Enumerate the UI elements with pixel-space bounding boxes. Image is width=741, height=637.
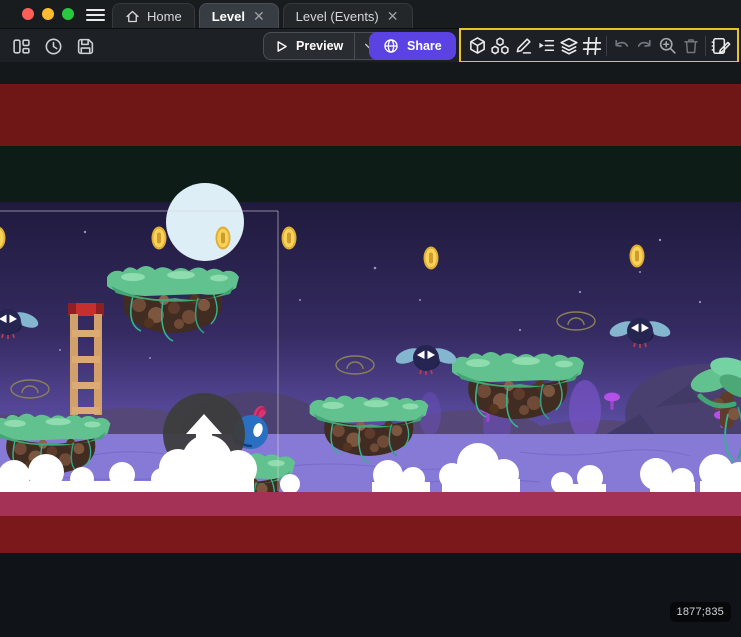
tab-label: Level (Events): [296, 9, 379, 24]
toolbar-left-group: [8, 33, 98, 59]
redo-button[interactable]: [633, 33, 656, 58]
tab-label: Home: [147, 9, 182, 24]
home-icon: [125, 9, 140, 24]
delete-button[interactable]: [679, 33, 702, 58]
undo-icon: [612, 36, 631, 55]
coin[interactable]: [424, 247, 439, 270]
night-band[interactable]: [0, 146, 741, 202]
layers-icon: [559, 36, 579, 56]
list-icon: [537, 36, 556, 55]
level-canvas[interactable]: 1877;835: [0, 62, 741, 637]
panels-icon: [12, 37, 31, 56]
traffic-lights: [22, 8, 74, 20]
instances-list-button[interactable]: [535, 33, 558, 58]
coin[interactable]: [152, 227, 167, 250]
scene[interactable]: [0, 62, 741, 553]
tab-close-icon[interactable]: ✕: [252, 9, 266, 23]
preview-button[interactable]: Preview: [264, 33, 354, 59]
blocks-icon: [490, 36, 510, 56]
toolbar: Preview Share: [0, 28, 741, 62]
play-icon: [274, 39, 289, 54]
history-icon: [44, 37, 63, 56]
minimize-window-button[interactable]: [42, 8, 54, 20]
divider: [606, 36, 607, 56]
tab-level-events[interactable]: Level (Events) ✕: [283, 3, 413, 28]
zoom-in-icon: [658, 36, 677, 55]
globe-icon: [383, 38, 399, 54]
zoom-in-button[interactable]: [656, 33, 679, 58]
share-button[interactable]: Share: [369, 32, 456, 60]
moon[interactable]: [166, 183, 244, 261]
app-window: Home Level ✕ Level (Events) ✕: [0, 0, 741, 637]
trash-icon: [682, 37, 700, 55]
titlebar: Home Level ✕ Level (Events) ✕: [0, 0, 741, 28]
preview-split-button: Preview: [263, 32, 384, 60]
tab-bar: Home Level ✕ Level (Events) ✕: [112, 3, 413, 28]
tab-label: Level: [212, 9, 245, 24]
edit-notes-button[interactable]: [709, 33, 732, 58]
pencil-icon: [514, 36, 533, 55]
undo-button[interactable]: [610, 33, 633, 58]
object-groups-button[interactable]: [489, 33, 512, 58]
save-button[interactable]: [72, 33, 98, 59]
close-window-button[interactable]: [22, 8, 34, 20]
crimson-ground-band[interactable]: [0, 492, 741, 516]
coin[interactable]: [216, 227, 231, 250]
coin[interactable]: [630, 245, 645, 268]
share-label: Share: [407, 39, 442, 53]
panels-button[interactable]: [8, 33, 34, 59]
objects-3d-button[interactable]: [466, 33, 489, 58]
redo-icon: [635, 36, 654, 55]
cube-icon: [468, 36, 487, 55]
divider: [705, 36, 706, 56]
hamburger-menu-icon[interactable]: [82, 5, 108, 25]
tab-close-icon[interactable]: ✕: [386, 9, 400, 23]
cursor-coordinates: 1877;835: [670, 602, 731, 622]
coin[interactable]: [282, 227, 297, 250]
draw-button[interactable]: [512, 33, 535, 58]
highlighted-tool-group: [459, 28, 739, 63]
history-button[interactable]: [40, 33, 66, 59]
bottom-red-band[interactable]: [0, 516, 741, 553]
fullscreen-window-button[interactable]: [62, 8, 74, 20]
tab-level[interactable]: Level ✕: [199, 3, 279, 28]
grid-button[interactable]: [581, 33, 604, 58]
preview-label: Preview: [296, 39, 343, 53]
tab-home[interactable]: Home: [112, 3, 195, 28]
edit-notes-icon: [711, 36, 731, 56]
grid-icon: [582, 36, 602, 56]
layers-button[interactable]: [558, 33, 581, 58]
top-red-band[interactable]: [0, 84, 741, 146]
save-icon: [76, 37, 95, 56]
